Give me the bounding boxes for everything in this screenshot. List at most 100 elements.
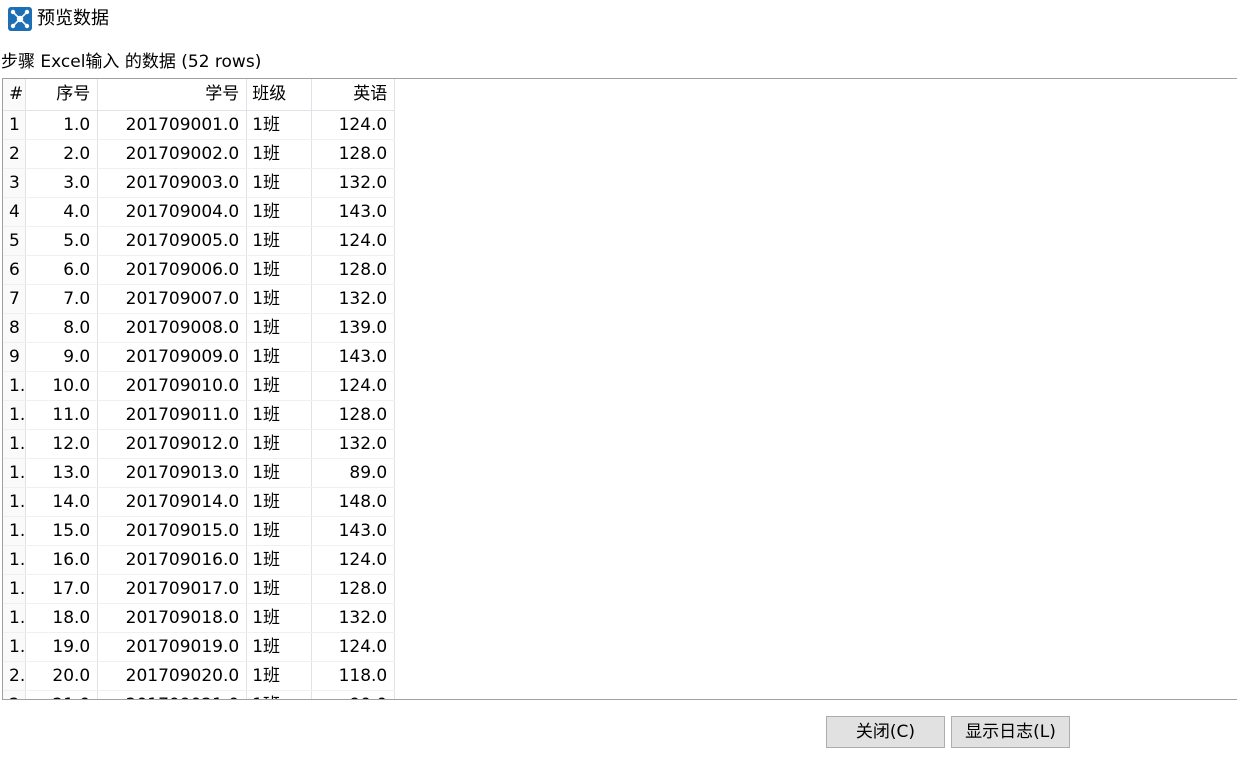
- table-row[interactable]: 3 3.0 201709003.0 1班 132.0: [3, 168, 396, 198]
- english-cell: 143.0: [311, 197, 396, 227]
- table-row[interactable]: 1. 14.0 201709014.0 1班 148.0: [3, 487, 396, 517]
- seq-cell: 11.0: [25, 400, 99, 430]
- english-cell: 132.0: [311, 603, 396, 633]
- seq-cell: 7.0: [25, 284, 99, 314]
- student-id-cell: 201709010.0: [97, 371, 248, 401]
- student-id-cell: 201709004.0: [97, 197, 248, 227]
- table-row[interactable]: 1. 11.0 201709011.0 1班 128.0: [3, 400, 396, 430]
- column-header-student-id[interactable]: 学号: [97, 79, 248, 111]
- sort-up-icon: ⌃: [12, 79, 21, 87]
- row-index-cell: 8: [3, 313, 27, 343]
- row-index-cell: 6: [3, 255, 27, 285]
- class-cell: 1班: [246, 574, 313, 604]
- class-cell: 1班: [246, 400, 313, 430]
- preview-table: ⌃ # 序号 学号 班级 英语 1 1.0 201709001.0 1班 124.0 2 2…: [3, 79, 396, 699]
- english-cell: 124.0: [311, 545, 396, 575]
- class-cell: 1班: [246, 284, 313, 314]
- data-grid[interactable]: ⌃ # 序号 学号 班级 英语 1 1.0 201709001.0 1班 124.0 2 2…: [2, 78, 1237, 700]
- table-row[interactable]: 1. 15.0 201709015.0 1班 143.0: [3, 516, 396, 546]
- table-row[interactable]: 4 4.0 201709004.0 1班 143.0: [3, 197, 396, 227]
- table-row[interactable]: 1. 12.0 201709012.0 1班 132.0: [3, 429, 396, 459]
- english-cell: 128.0: [311, 574, 396, 604]
- table-row[interactable]: 1 1.0 201709001.0 1班 124.0: [3, 110, 396, 140]
- seq-cell: 6.0: [25, 255, 99, 285]
- table-row[interactable]: 8 8.0 201709008.0 1班 139.0: [3, 313, 396, 343]
- english-cell: 124.0: [311, 110, 396, 140]
- row-index-cell: 9: [3, 342, 27, 372]
- class-cell: 1班: [246, 545, 313, 575]
- seq-cell: 4.0: [25, 197, 99, 227]
- table-row[interactable]: 1. 17.0 201709017.0 1班 128.0: [3, 574, 396, 604]
- table-row[interactable]: 2. 20.0 201709020.0 1班 118.0: [3, 661, 396, 691]
- class-cell: 1班: [246, 139, 313, 169]
- table-row[interactable]: 7 7.0 201709007.0 1班 132.0: [3, 284, 396, 314]
- table-row[interactable]: 5 5.0 201709005.0 1班 124.0: [3, 226, 396, 256]
- table-row[interactable]: 1. 16.0 201709016.0 1班 124.0: [3, 545, 396, 575]
- seq-cell: 21.0: [25, 690, 99, 699]
- class-cell: 1班: [246, 458, 313, 488]
- seq-cell: 5.0: [25, 226, 99, 256]
- table-row[interactable]: 1. 18.0 201709018.0 1班 132.0: [3, 603, 396, 633]
- student-id-cell: 201709005.0: [97, 226, 248, 256]
- class-cell: 1班: [246, 371, 313, 401]
- class-cell: 1班: [246, 342, 313, 372]
- row-index-cell: 1.: [3, 632, 27, 662]
- network-nodes-icon: [8, 7, 32, 31]
- table-row[interactable]: 1. 13.0 201709013.0 1班 89.0: [3, 458, 396, 488]
- column-header-seq[interactable]: 序号: [25, 79, 99, 111]
- show-log-button[interactable]: 显示日志(L): [951, 716, 1070, 748]
- table-row[interactable]: 6 6.0 201709006.0 1班 128.0: [3, 255, 396, 285]
- student-id-cell: 201709001.0: [97, 110, 248, 140]
- student-id-cell: 201709002.0: [97, 139, 248, 169]
- row-index-cell: 2.: [3, 690, 27, 699]
- student-id-cell: 201709020.0: [97, 661, 248, 691]
- class-cell: 1班: [246, 168, 313, 198]
- seq-cell: 9.0: [25, 342, 99, 372]
- english-cell: 132.0: [311, 284, 396, 314]
- class-cell: 1班: [246, 429, 313, 459]
- english-cell: 90.0: [311, 690, 396, 699]
- class-cell: 1班: [246, 516, 313, 546]
- row-index-cell: 1.: [3, 400, 27, 430]
- class-cell: 1班: [246, 603, 313, 633]
- class-cell: 1班: [246, 110, 313, 140]
- window-title: 预览数据: [37, 8, 109, 29]
- table-row[interactable]: 1. 10.0 201709010.0 1班 124.0: [3, 371, 396, 401]
- english-cell: 124.0: [311, 371, 396, 401]
- student-id-cell: 201709011.0: [97, 400, 248, 430]
- seq-cell: 19.0: [25, 632, 99, 662]
- seq-cell: 3.0: [25, 168, 99, 198]
- english-cell: 143.0: [311, 342, 396, 372]
- column-header-english[interactable]: 英语: [311, 79, 396, 111]
- student-id-cell: 201709012.0: [97, 429, 248, 459]
- student-id-cell: 201709003.0: [97, 168, 248, 198]
- student-id-cell: 201709015.0: [97, 516, 248, 546]
- student-id-cell: 201709021.0: [97, 690, 248, 699]
- row-index-cell: 1.: [3, 487, 27, 517]
- class-cell: 1班: [246, 632, 313, 662]
- row-index-cell: 1.: [3, 574, 27, 604]
- class-cell: 1班: [246, 690, 313, 699]
- table-row[interactable]: 1. 19.0 201709019.0 1班 124.0: [3, 632, 396, 662]
- student-id-cell: 201709007.0: [97, 284, 248, 314]
- table-row[interactable]: 2 2.0 201709002.0 1班 128.0: [3, 139, 396, 169]
- student-id-cell: 201709014.0: [97, 487, 248, 517]
- row-index-cell: 4: [3, 197, 27, 227]
- row-index-cell: 3: [3, 168, 27, 198]
- english-cell: 118.0: [311, 661, 396, 691]
- close-button[interactable]: 关闭(C): [826, 716, 945, 748]
- table-row[interactable]: 9 9.0 201709009.0 1班 143.0: [3, 342, 396, 372]
- class-cell: 1班: [246, 226, 313, 256]
- table-row[interactable]: 2.21.0201709021.01班90.0: [3, 690, 396, 699]
- seq-cell: 10.0: [25, 371, 99, 401]
- column-header-class[interactable]: 班级: [246, 79, 313, 111]
- column-header-index[interactable]: ⌃ #: [3, 79, 27, 111]
- row-index-cell: 1.: [3, 429, 27, 459]
- seq-cell: 1.0: [25, 110, 99, 140]
- table-body: 1 1.0 201709001.0 1班 124.0 2 2.0 201709002.0 1班 1…: [3, 110, 396, 699]
- class-cell: 1班: [246, 255, 313, 285]
- student-id-cell: 201709017.0: [97, 574, 248, 604]
- student-id-cell: 201709008.0: [97, 313, 248, 343]
- student-id-cell: 201709009.0: [97, 342, 248, 372]
- row-index-cell: 1.: [3, 371, 27, 401]
